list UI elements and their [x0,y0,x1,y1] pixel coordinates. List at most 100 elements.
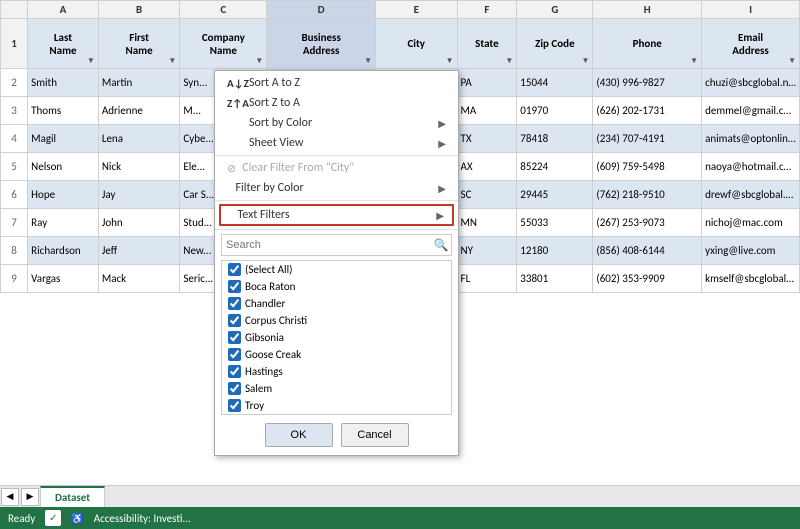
col-E[interactable]: E [376,1,458,19]
prev-sheet-btn[interactable]: ◀ [1,488,19,506]
cell-F[interactable]: AX [457,153,517,181]
cell-F[interactable]: FL [457,265,517,293]
check-item[interactable]: Corpus Christi [222,312,451,329]
cell-A[interactable]: Vargas [28,265,99,293]
cell-I[interactable]: demmel@gmail.com [702,97,800,125]
cell-A[interactable]: Magil [28,125,99,153]
header-city[interactable]: City ▼ [376,19,458,69]
header-phone[interactable]: Phone ▼ [593,19,702,69]
filter-by-color[interactable]: Filter by Color ▶ [215,178,458,198]
header-email[interactable]: EmailAddress ▼ [702,19,800,69]
filter-arrow-d[interactable]: ▼ [364,56,372,66]
cell-A[interactable]: Richardson [28,237,99,265]
cell-H[interactable]: (602) 353-9909 [593,265,702,293]
cell-G[interactable]: 01970 [517,97,593,125]
cell-G[interactable]: 29445 [517,181,593,209]
cell-H[interactable]: (762) 218-9510 [593,181,702,209]
col-G[interactable]: G [517,1,593,19]
cell-I[interactable]: drewf@sbcglobal.com [702,181,800,209]
cell-B[interactable]: Martin [98,69,180,97]
cell-G[interactable]: 78418 [517,125,593,153]
cell-F[interactable]: SC [457,181,517,209]
filter-arrow-g[interactable]: ▼ [581,56,589,66]
cell-G[interactable]: 55033 [517,209,593,237]
check-item[interactable]: Hastings [222,363,451,380]
cell-B[interactable]: John [98,209,180,237]
col-F[interactable]: F [457,1,517,19]
checkbox[interactable] [228,348,241,361]
checkbox[interactable] [228,297,241,310]
check-item[interactable]: Chandler [222,295,451,312]
cell-I[interactable]: chuzi@sbcglobal.net [702,69,800,97]
cell-F[interactable]: TX [457,125,517,153]
cell-G[interactable]: 15044 [517,69,593,97]
header-first-name[interactable]: FirstName ▼ [98,19,180,69]
check-item[interactable]: Gibsonia [222,329,451,346]
cell-I[interactable]: naoya@hotmail.com [702,153,800,181]
sheet-view[interactable]: Sheet View ▶ [215,133,458,153]
filter-arrow-c[interactable]: ▼ [255,56,263,66]
check-item[interactable]: (Select All) [222,261,451,278]
header-last-name[interactable]: LastName ▼ [28,19,99,69]
cell-A[interactable]: Nelson [28,153,99,181]
cell-G[interactable]: 85224 [517,153,593,181]
search-input[interactable] [222,236,431,254]
check-item[interactable]: Salem [222,380,451,397]
sort-by-color[interactable]: Sort by Color ▶ [215,113,458,133]
cell-H[interactable]: (267) 253-9073 [593,209,702,237]
cell-A[interactable]: Thoms [28,97,99,125]
checkbox[interactable] [228,331,241,344]
cell-H[interactable]: (430) 996-9827 [593,69,702,97]
checkbox[interactable] [228,314,241,327]
cell-F[interactable]: PA [457,69,517,97]
sort-z-to-a[interactable]: Z↑A Sort Z to A [215,93,458,113]
cell-H[interactable]: (856) 408-6144 [593,237,702,265]
filter-arrow-i[interactable]: ▼ [788,56,796,66]
cell-F[interactable]: NY [457,237,517,265]
cell-B[interactable]: Mack [98,265,180,293]
checkbox[interactable] [228,382,241,395]
header-business-address[interactable]: BusinessAddress ▼ [267,19,376,69]
cell-I[interactable]: nichoj@mac.com [702,209,800,237]
sort-a-to-z[interactable]: A↓Z Sort A to Z [215,73,458,93]
cell-A[interactable]: Ray [28,209,99,237]
cell-B[interactable]: Jeff [98,237,180,265]
cell-B[interactable]: Adrienne [98,97,180,125]
filter-arrow-h[interactable]: ▼ [690,56,698,66]
cell-H[interactable]: (234) 707-4191 [593,125,702,153]
cell-I[interactable]: kmself@sbcglobal.net [702,265,800,293]
cell-B[interactable]: Jay [98,181,180,209]
checkbox[interactable] [228,280,241,293]
checkbox[interactable] [228,399,241,412]
cell-B[interactable]: Nick [98,153,180,181]
cell-H[interactable]: (626) 202-1731 [593,97,702,125]
cell-B[interactable]: Lena [98,125,180,153]
cell-A[interactable]: Hope [28,181,99,209]
col-C[interactable]: C [180,1,267,19]
text-filters-item[interactable]: Text Filters ▶ [219,204,454,226]
cell-G[interactable]: 33801 [517,265,593,293]
check-item[interactable]: Troy [222,397,451,414]
header-state[interactable]: State ▼ [457,19,517,69]
header-zip-code[interactable]: Zip Code ▼ [517,19,593,69]
cell-F[interactable]: MN [457,209,517,237]
col-D[interactable]: D [267,1,376,19]
check-item[interactable]: Boca Raton [222,278,451,295]
cell-A[interactable]: Smith [28,69,99,97]
filter-arrow-a[interactable]: ▼ [87,56,95,66]
search-icon[interactable]: 🔍 [431,235,451,255]
cell-I[interactable]: yxing@live.com [702,237,800,265]
checkbox[interactable] [228,365,241,378]
filter-arrow-b[interactable]: ▼ [168,56,176,66]
check-item[interactable]: Goose Creak [222,346,451,363]
cell-F[interactable]: MA [457,97,517,125]
filter-arrow-f[interactable]: ▼ [505,56,513,66]
header-company-name[interactable]: CompanyName ▼ [180,19,267,69]
cell-G[interactable]: 12180 [517,237,593,265]
next-sheet-btn[interactable]: ▶ [21,488,39,506]
col-H[interactable]: H [593,1,702,19]
city-checklist[interactable]: (Select All)Boca RatonChandlerCorpus Chr… [221,260,452,415]
col-B[interactable]: B [98,1,180,19]
filter-arrow-e[interactable]: ▼ [446,56,454,66]
cell-I[interactable]: animats@optonline.com [702,125,800,153]
